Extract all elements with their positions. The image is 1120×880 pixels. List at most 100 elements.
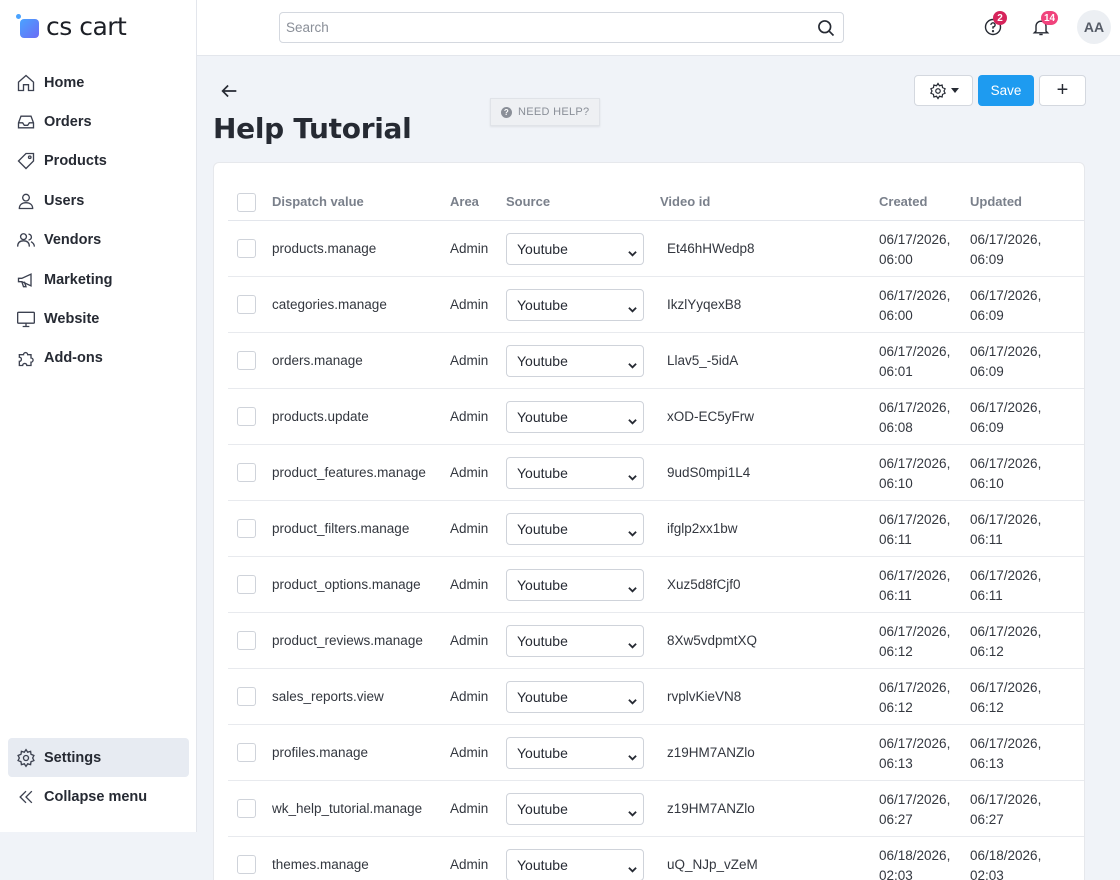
dispatch-value[interactable]: sales_reports.view: [272, 689, 384, 704]
table-row[interactable]: orders.manage Admin Youtube Llav5_-5idA 06/1…: [228, 333, 1084, 389]
row-checkbox[interactable]: [237, 239, 256, 258]
row-checkbox[interactable]: [237, 295, 256, 314]
dispatch-value[interactable]: product_options.manage: [272, 577, 421, 592]
row-checkbox[interactable]: [237, 743, 256, 762]
header-created[interactable]: Created: [879, 194, 927, 209]
table-row[interactable]: product_reviews.manage Admin Youtube 8Xw5vd…: [228, 613, 1084, 669]
header-area[interactable]: Area: [450, 194, 479, 209]
table-row[interactable]: product_filters.manage Admin Youtube ifglp2…: [228, 501, 1084, 557]
sidebar-item-orders[interactable]: Orders: [8, 102, 189, 141]
source-select[interactable]: Youtube: [506, 457, 644, 489]
sidebar-item-products[interactable]: Products: [8, 142, 189, 181]
header-video-id[interactable]: Video id: [660, 194, 710, 209]
search-icon[interactable]: [809, 18, 843, 38]
source-select[interactable]: Youtube: [506, 849, 644, 880]
search-input[interactable]: [280, 13, 809, 42]
source-select[interactable]: Youtube: [506, 233, 644, 265]
table-row[interactable]: categories.manage Admin Youtube IkzlYyqexB8…: [228, 277, 1084, 333]
source-select[interactable]: Youtube: [506, 401, 644, 433]
dispatch-value[interactable]: products.update: [272, 409, 369, 424]
row-checkbox[interactable]: [237, 351, 256, 370]
table-row[interactable]: profiles.manage Admin Youtube z19HM7ANZlo 06…: [228, 725, 1084, 781]
header-updated[interactable]: Updated: [970, 194, 1022, 209]
row-checkbox[interactable]: [237, 519, 256, 538]
notifications-button[interactable]: 14: [1029, 11, 1059, 39]
row-checkbox[interactable]: [237, 463, 256, 482]
sidebar-item-settings[interactable]: Settings: [8, 738, 189, 777]
source-select[interactable]: Youtube: [506, 625, 644, 657]
row-checkbox[interactable]: [237, 407, 256, 426]
video-id-value[interactable]: IkzlYyqexB8: [667, 297, 741, 312]
table-row[interactable]: product_features.manage Admin Youtube 9udS0…: [228, 445, 1084, 501]
video-id-value[interactable]: Et46hHWedp8: [667, 241, 755, 256]
table-row[interactable]: products.update Admin Youtube xOD-EC5yFrw 06…: [228, 389, 1084, 445]
created-value: 06/17/2026, 06:13: [879, 734, 950, 774]
table-row[interactable]: sales_reports.view Admin Youtube rvplvKieVN…: [228, 669, 1084, 725]
source-select[interactable]: Youtube: [506, 513, 644, 545]
row-checkbox[interactable]: [237, 631, 256, 650]
dispatch-value[interactable]: categories.manage: [272, 297, 387, 312]
source-select[interactable]: Youtube: [506, 345, 644, 377]
video-id-value[interactable]: xOD-EC5yFrw: [667, 409, 754, 424]
sidebar-item-website[interactable]: Website: [8, 299, 189, 338]
source-select[interactable]: Youtube: [506, 737, 644, 769]
add-button[interactable]: +: [1039, 75, 1086, 106]
source-select[interactable]: Youtube: [506, 681, 644, 713]
table-row[interactable]: product_options.manage Admin Youtube Xuz5d8…: [228, 557, 1084, 613]
dispatch-value[interactable]: product_reviews.manage: [272, 633, 423, 648]
question-icon: ?: [501, 106, 512, 118]
video-id-value[interactable]: z19HM7ANZlo: [667, 745, 755, 760]
dispatch-value[interactable]: product_filters.manage: [272, 521, 409, 536]
source-select[interactable]: Youtube: [506, 289, 644, 321]
source-select[interactable]: Youtube: [506, 569, 644, 601]
cs-cart-logo[interactable]: cs cart: [16, 10, 127, 42]
need-help-button[interactable]: ? NEED HELP?: [490, 98, 601, 126]
home-icon: [17, 74, 35, 91]
sidebar-item-home[interactable]: Home: [8, 63, 189, 102]
video-id-value[interactable]: 8Xw5vdpmtXQ: [667, 633, 757, 648]
dispatch-value[interactable]: product_features.manage: [272, 465, 426, 480]
table-row[interactable]: themes.manage Admin Youtube uQ_NJp_vZeM 06/1…: [228, 837, 1084, 880]
video-id-value[interactable]: z19HM7ANZlo: [667, 801, 755, 816]
sidebar-item-vendors[interactable]: Vendors: [8, 221, 189, 260]
created-date: 06/17/2026,: [879, 288, 951, 303]
settings-dropdown-button[interactable]: [914, 75, 973, 106]
source-select[interactable]: Youtube: [506, 793, 644, 825]
created-time: 06:13: [879, 756, 913, 771]
table-row[interactable]: products.manage Admin Youtube Et46hHWedp8 06…: [228, 221, 1084, 277]
sidebar-item-label: Vendors: [44, 232, 102, 249]
dispatch-value[interactable]: profiles.manage: [272, 745, 368, 760]
row-checkbox[interactable]: [237, 575, 256, 594]
video-id-value[interactable]: 9udS0mpi1L4: [667, 465, 750, 480]
help-button[interactable]: 2: [981, 11, 1007, 39]
sidebar-item-addons[interactable]: Add-ons: [8, 339, 189, 378]
dispatch-value[interactable]: wk_help_tutorial.manage: [272, 801, 422, 816]
users-icon: [17, 233, 35, 247]
sidebar-item-users[interactable]: Users: [8, 181, 189, 220]
header-dispatch[interactable]: Dispatch value: [272, 194, 364, 209]
dispatch-value[interactable]: themes.manage: [272, 857, 369, 872]
video-id-value[interactable]: ifglp2xx1bw: [667, 521, 738, 536]
table-row[interactable]: wk_help_tutorial.manage Admin Youtube z19HM…: [228, 781, 1084, 837]
row-checkbox[interactable]: [237, 855, 256, 874]
dispatch-value[interactable]: orders.manage: [272, 353, 363, 368]
header-source[interactable]: Source: [506, 194, 550, 209]
avatar[interactable]: AA: [1077, 10, 1111, 44]
row-checkbox[interactable]: [237, 799, 256, 818]
gear-icon: [17, 747, 35, 768]
dispatch-value[interactable]: products.manage: [272, 241, 376, 256]
video-id-value[interactable]: Llav5_-5idA: [667, 353, 738, 368]
video-id-value[interactable]: uQ_NJp_vZeM: [667, 857, 758, 872]
save-button[interactable]: Save: [978, 75, 1034, 106]
notifications-badge: 14: [1041, 11, 1059, 25]
collapse-menu-button[interactable]: Collapse menu: [8, 777, 189, 816]
video-id-value[interactable]: Xuz5d8fCjf0: [667, 577, 741, 592]
sidebar-item-marketing[interactable]: Marketing: [8, 260, 189, 299]
sidebar-item-label: Settings: [44, 749, 102, 766]
video-id-value[interactable]: rvplvKieVN8: [667, 689, 741, 704]
back-button[interactable]: [218, 80, 240, 102]
sidebar-item-label: Users: [44, 192, 85, 209]
select-all-checkbox[interactable]: [237, 193, 256, 212]
updated-value: 06/17/2026, 06:13: [970, 734, 1041, 774]
row-checkbox[interactable]: [237, 687, 256, 706]
